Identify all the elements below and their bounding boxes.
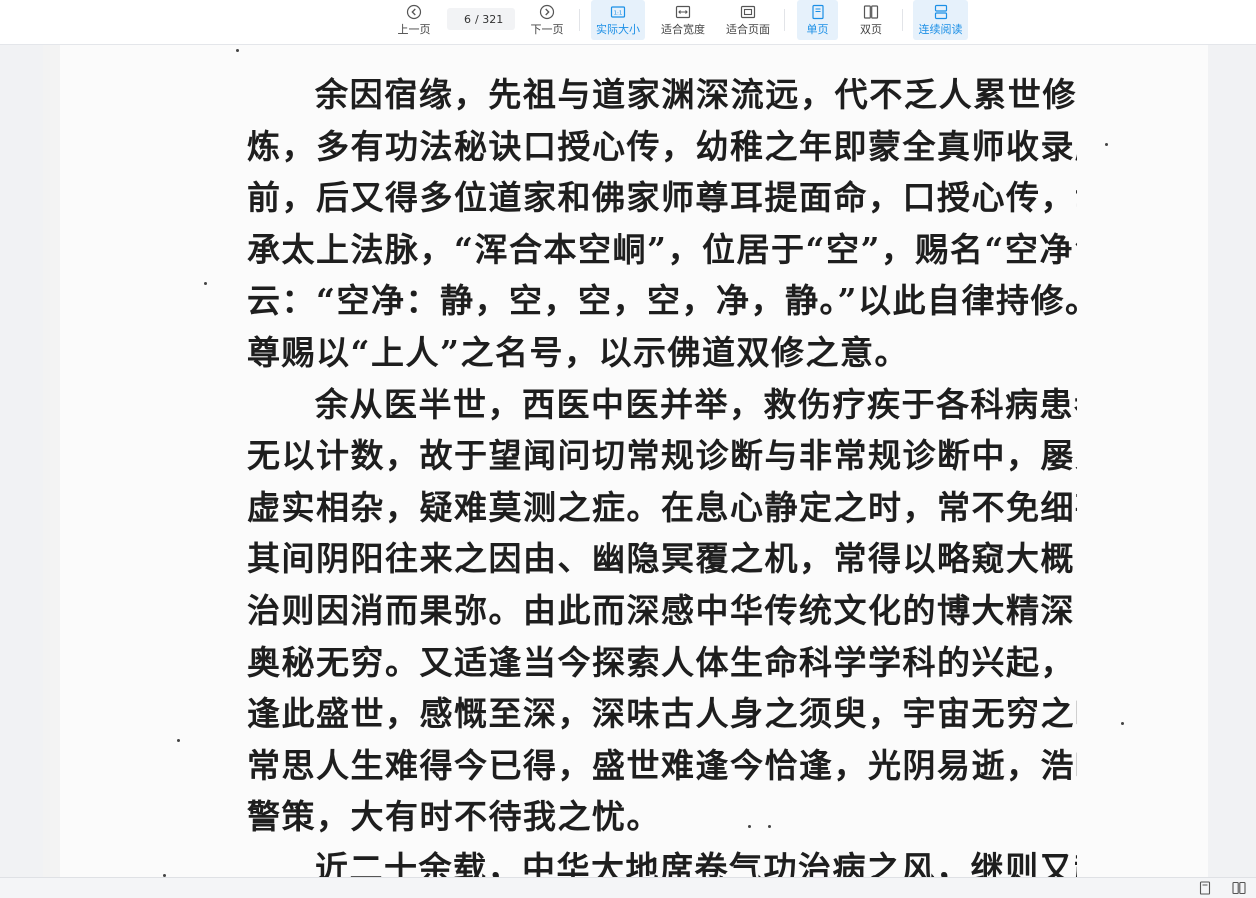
next-page-button[interactable]: 下一页 xyxy=(529,0,565,40)
single-page-button[interactable]: 单页 xyxy=(797,0,838,40)
scan-speck xyxy=(236,49,239,52)
text-line: 前，后又得多位道家和佛家师尊耳提面命，口授心传，幸 xyxy=(247,178,1077,218)
single-page-icon xyxy=(811,4,824,20)
single-page-label: 单页 xyxy=(806,23,829,36)
double-page-icon xyxy=(863,5,879,19)
prev-page-button[interactable]: 上一页 xyxy=(396,0,432,40)
prev-page-icon xyxy=(406,4,422,20)
continuous-reading-button[interactable]: 连续阅读 xyxy=(913,0,968,40)
next-page-icon xyxy=(539,4,555,20)
toolbar-divider xyxy=(902,9,903,31)
text-line: 无以计数，故于望闻问切常规诊断与非常规诊断中，屡见 xyxy=(247,436,1077,476)
toolbar: 上一页 / 321 下一页 1:1 实际大小 适合宽度 适合页面 xyxy=(0,0,1256,45)
single-page-view-icon[interactable] xyxy=(1198,881,1212,895)
text-line: 尊赐以“上人”之名号，以示佛道双修之意。 xyxy=(247,332,909,372)
toolbar-divider xyxy=(579,9,580,31)
document-viewer[interactable]: 余因宿缘，先祖与道家渊深流远，代不乏人累世修 炼，多有功法秘诀口授心传，幼稚之年… xyxy=(0,45,1256,877)
text-line: 警策，大有时不待我之忧。 xyxy=(247,797,661,837)
prev-page-label: 上一页 xyxy=(397,23,431,36)
page-number-input[interactable] xyxy=(447,12,471,26)
fit-width-button[interactable]: 适合宽度 xyxy=(658,0,708,40)
text-line: 逢此盛世，感慨至深，深味古人身之须臾，宇宙无穷之叹。 xyxy=(247,694,1077,734)
text-line: 炼，多有功法秘诀口授心传，幼稚之年即蒙全真师收录膝 xyxy=(247,126,1077,166)
actual-size-icon: 1:1 xyxy=(610,6,626,18)
toolbar-divider xyxy=(784,9,785,31)
text-line: 常思人生难得今已得，盛世难逢今恰逢，光阴易逝，浩叹 xyxy=(247,745,1077,785)
continuous-icon xyxy=(934,4,947,20)
scan-speck xyxy=(204,282,207,285)
fit-page-button[interactable]: 适合页面 xyxy=(722,0,774,40)
fit-page-label: 适合页面 xyxy=(726,23,770,36)
actual-size-button[interactable]: 1:1 实际大小 xyxy=(591,0,645,40)
text-line: 治则因消而果弥。由此而深感中华传统文化的博大精深， xyxy=(247,590,1077,630)
page-scan-edge xyxy=(43,45,60,877)
double-page-view-icon[interactable] xyxy=(1232,881,1246,895)
continuous-label: 连续阅读 xyxy=(918,23,963,36)
page-indicator: / 321 xyxy=(447,8,515,30)
double-page-button[interactable]: 双页 xyxy=(851,0,891,40)
page-total: / 321 xyxy=(475,12,504,26)
double-page-label: 双页 xyxy=(860,23,882,36)
next-page-label: 下一页 xyxy=(530,23,564,36)
text-line: 云：“空净：静，空，空，空，净，静。”以此自律持修。佛家师 xyxy=(247,281,1077,321)
text-line: 其间阴阳往来之因由、幽隐冥覆之机，常得以略窥大概， xyxy=(247,539,1077,579)
scan-speck xyxy=(1121,722,1124,725)
actual-size-label: 实际大小 xyxy=(596,23,640,36)
fit-page-icon xyxy=(740,5,756,19)
status-bar xyxy=(0,877,1256,898)
text-line: 承太上法脉，“浑合本空峒”，位居于“空”，赐名“空净”，师 xyxy=(247,229,1077,269)
scan-speck xyxy=(1105,143,1108,146)
text-line: 奥秘无穷。又适逢当今探索人体生命科学学科的兴起，时 xyxy=(247,642,1077,682)
fit-width-icon xyxy=(675,5,691,19)
text-line: 近二十余载，中华大地席卷气功治病之风，继则又起 xyxy=(315,848,1077,877)
document-page: 余因宿缘，先祖与道家渊深流远，代不乏人累世修 炼，多有功法秘诀口授心传，幼稚之年… xyxy=(43,45,1208,877)
fit-width-label: 适合宽度 xyxy=(661,23,705,36)
svg-text:1:1: 1:1 xyxy=(614,11,623,17)
text-line: 余从医半世，西医中医并举，救伤疗疾于各科病患者 xyxy=(315,384,1077,424)
text-line: 虚实相杂，疑难莫测之症。在息心静定之时，常不免细勘 xyxy=(247,487,1077,527)
text-line: 余因宿缘，先祖与道家渊深流远，代不乏人累世修 xyxy=(315,75,1077,114)
scan-speck xyxy=(177,739,180,742)
page-text: 余因宿缘，先祖与道家渊深流远，代不乏人累世修 炼，多有功法秘诀口授心传，幼稚之年… xyxy=(247,69,1077,877)
